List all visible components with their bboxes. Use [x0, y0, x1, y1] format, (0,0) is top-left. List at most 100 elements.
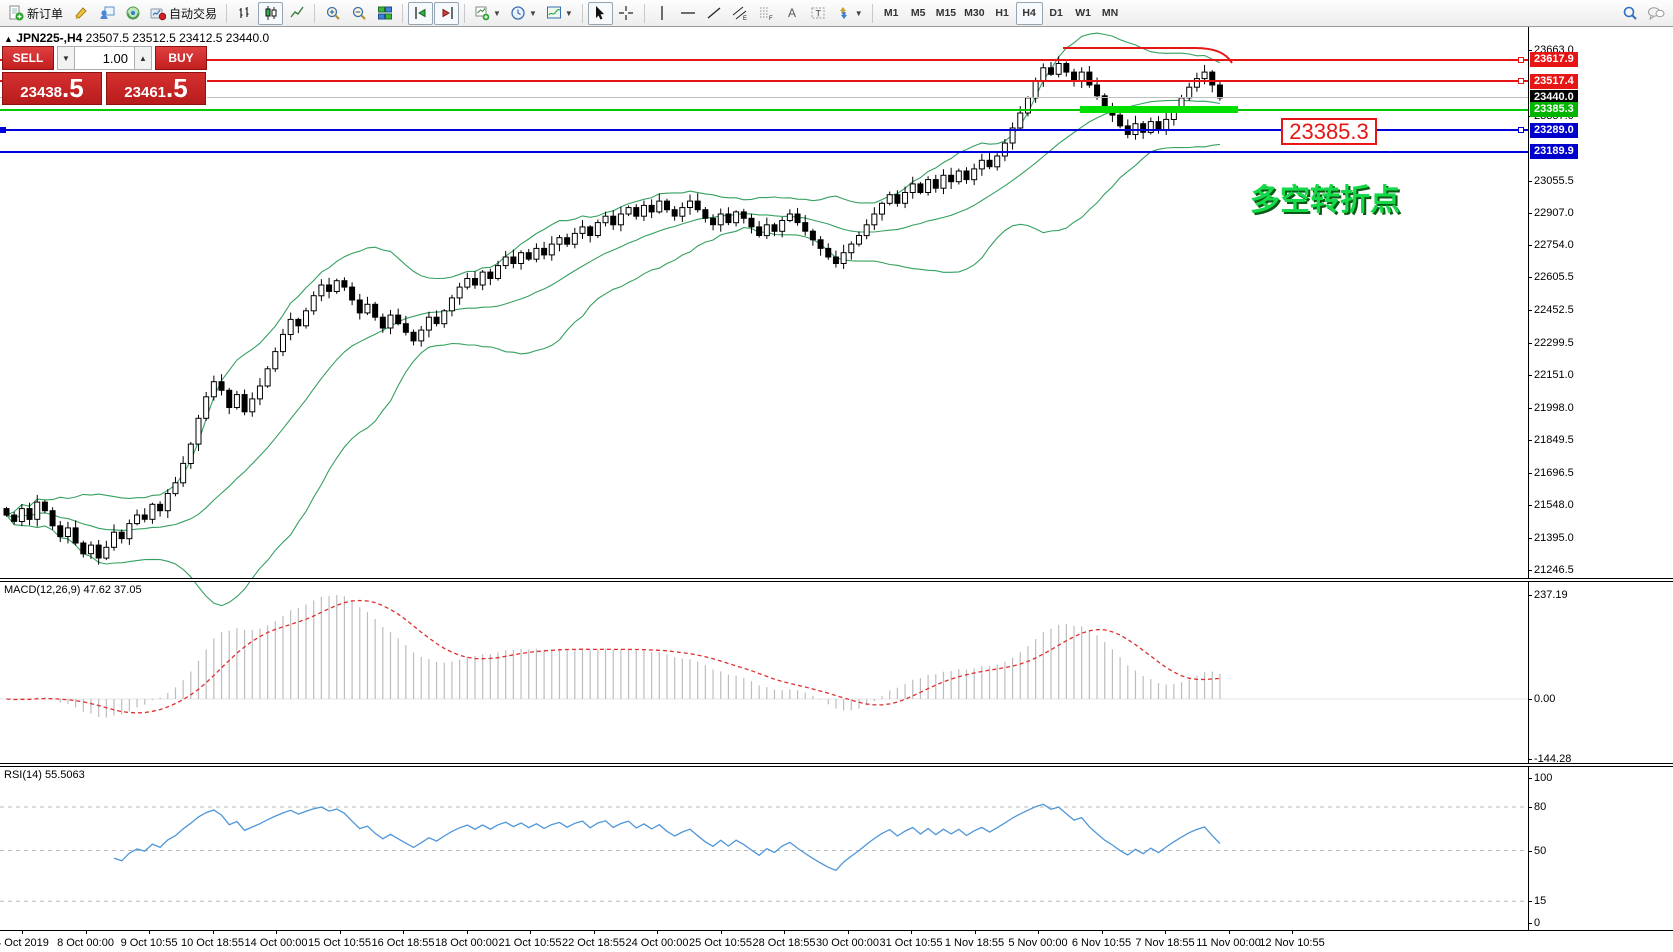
price-tick-mark [1528, 473, 1532, 474]
price-tick-mark [1528, 213, 1532, 214]
zoom-in-button[interactable] [320, 2, 345, 25]
level-price-label: 23289.0 [1530, 123, 1578, 138]
timeframe-button-m5[interactable]: M5 [905, 2, 932, 25]
candle-body [242, 395, 247, 412]
fibonacci-tool[interactable]: F [754, 2, 779, 25]
price-tick-mark [1528, 245, 1532, 246]
volume-increase-button[interactable]: ▲ [134, 46, 152, 70]
price-tick-mark [1528, 50, 1532, 51]
candle-body [426, 317, 431, 330]
panel-separator-rsi[interactable] [0, 763, 1673, 767]
trendline-tool[interactable] [702, 2, 727, 25]
vertical-line-tool[interactable] [650, 2, 675, 25]
timeframe-button-h4[interactable]: H4 [1016, 2, 1043, 25]
metaeditor-button[interactable] [68, 2, 93, 25]
turning-point-note[interactable]: 多空转折点 [1250, 175, 1400, 219]
buy-button[interactable]: BUY [155, 46, 207, 70]
price-chart-canvas[interactable] [0, 27, 1673, 951]
level-line-23617.9[interactable] [0, 59, 1528, 61]
search-button[interactable] [1617, 2, 1642, 25]
volume-input[interactable]: 1.00 [75, 46, 134, 70]
candle-body [672, 210, 677, 216]
chart-window[interactable]: ▲ JPN225-,H4 23507.5 23512.5 23412.5 234… [0, 27, 1673, 951]
candle-body [664, 201, 669, 210]
candle-body [227, 390, 232, 407]
time-tick-mark [149, 931, 150, 934]
collapse-panel-arrow-icon[interactable]: ▲ [4, 34, 13, 44]
candle-body [511, 257, 516, 264]
chat-button[interactable] [1643, 2, 1669, 25]
indicators-dropdown[interactable]: ▼ [542, 2, 577, 25]
crosshair-tool-button[interactable] [614, 2, 639, 25]
price-tick-label: 22151.0 [1534, 369, 1574, 381]
buy-price-box[interactable]: 23461.5 [106, 72, 206, 105]
candle-body [1018, 113, 1023, 128]
strategy-tester-button[interactable] [94, 2, 119, 25]
time-tick-label: 31 Oct 10:55 [880, 937, 943, 949]
candle-body [411, 332, 416, 341]
candle-body [296, 319, 301, 325]
cursor-tool-button[interactable] [588, 2, 613, 25]
level-line-23517.4[interactable] [0, 80, 1528, 82]
timeframe-button-m1[interactable]: M1 [878, 2, 905, 25]
line-chart-mode-button[interactable] [284, 2, 309, 25]
panel-separator-macd[interactable] [0, 578, 1673, 582]
level-line-23440.0[interactable] [0, 97, 1528, 98]
arrows-dropdown[interactable]: ▼ [832, 2, 867, 25]
bollinger-mid-band[interactable] [7, 100, 1220, 530]
candlestick-mode-button[interactable] [258, 2, 283, 25]
sell-button[interactable]: SELL [2, 46, 54, 70]
rsi-line[interactable] [114, 804, 1220, 870]
chart-shift-button[interactable] [434, 2, 459, 25]
timeframe-button-mn[interactable]: MN [1097, 2, 1124, 25]
candle-body [887, 195, 892, 204]
text-tool[interactable]: A [780, 2, 805, 25]
candle-body [803, 223, 808, 232]
timeframe-button-d1[interactable]: D1 [1043, 2, 1070, 25]
auto-scroll-button[interactable] [408, 2, 433, 25]
time-tick-mark [340, 931, 341, 934]
timeframe-button-m30[interactable]: M30 [960, 2, 988, 25]
toolbar-separator [226, 4, 227, 23]
line-end-marker [1518, 78, 1524, 84]
horizontal-line-tool[interactable] [676, 2, 701, 25]
timeframe-button-w1[interactable]: W1 [1070, 2, 1097, 25]
candle-body [1095, 85, 1100, 96]
equidistant-channel-tool[interactable]: E [728, 2, 753, 25]
sell-price-box[interactable]: 23438.5 [2, 72, 102, 105]
auto-trading-button[interactable]: 自动交易 [146, 2, 221, 25]
timeframe-button-h1[interactable]: H1 [989, 2, 1016, 25]
level-price-label: 23385.3 [1530, 102, 1578, 117]
zoom-out-button[interactable] [346, 2, 371, 25]
candle-body [1041, 68, 1046, 81]
candle-body [273, 352, 278, 369]
tile-windows-button[interactable] [372, 2, 397, 25]
candle-body [1202, 72, 1207, 79]
periods-dropdown[interactable]: ▼ [506, 2, 541, 25]
level-line-23385.3[interactable] [0, 109, 1528, 111]
candle-body [350, 287, 355, 300]
volume-decrease-button[interactable]: ▼ [57, 46, 75, 70]
trendline-icon [706, 5, 722, 21]
new-order-button[interactable]: 新订单 [4, 2, 67, 25]
candle-body [895, 195, 900, 204]
time-tick-mark [276, 931, 277, 934]
rsi-label: RSI(14) 55.5063 [4, 769, 85, 781]
candle-body [987, 160, 992, 166]
candle-body [304, 311, 309, 326]
bar-chart-mode-button[interactable] [232, 2, 257, 25]
timeframe-button-m15[interactable]: M15 [932, 2, 960, 25]
caret-down-icon: ▼ [565, 9, 573, 18]
time-axis[interactable]: 4 Oct 20198 Oct 00:009 Oct 10:5510 Oct 1… [0, 930, 1673, 952]
news-button[interactable] [120, 2, 145, 25]
price-tick-mark [1528, 375, 1532, 376]
new-chart-dropdown[interactable]: ▼ [470, 2, 505, 25]
price-tick-label: 21849.5 [1534, 434, 1574, 446]
text-label-tool[interactable]: T [806, 2, 831, 25]
price-callout-box[interactable]: 23385.3 [1281, 118, 1377, 145]
strategy-tester-icon [99, 5, 115, 21]
support-zone-highlight[interactable] [1080, 106, 1238, 113]
price-tick-mark [1528, 408, 1532, 409]
price-tick-label: 22299.5 [1534, 337, 1574, 349]
level-line-23189.9[interactable] [0, 151, 1528, 153]
